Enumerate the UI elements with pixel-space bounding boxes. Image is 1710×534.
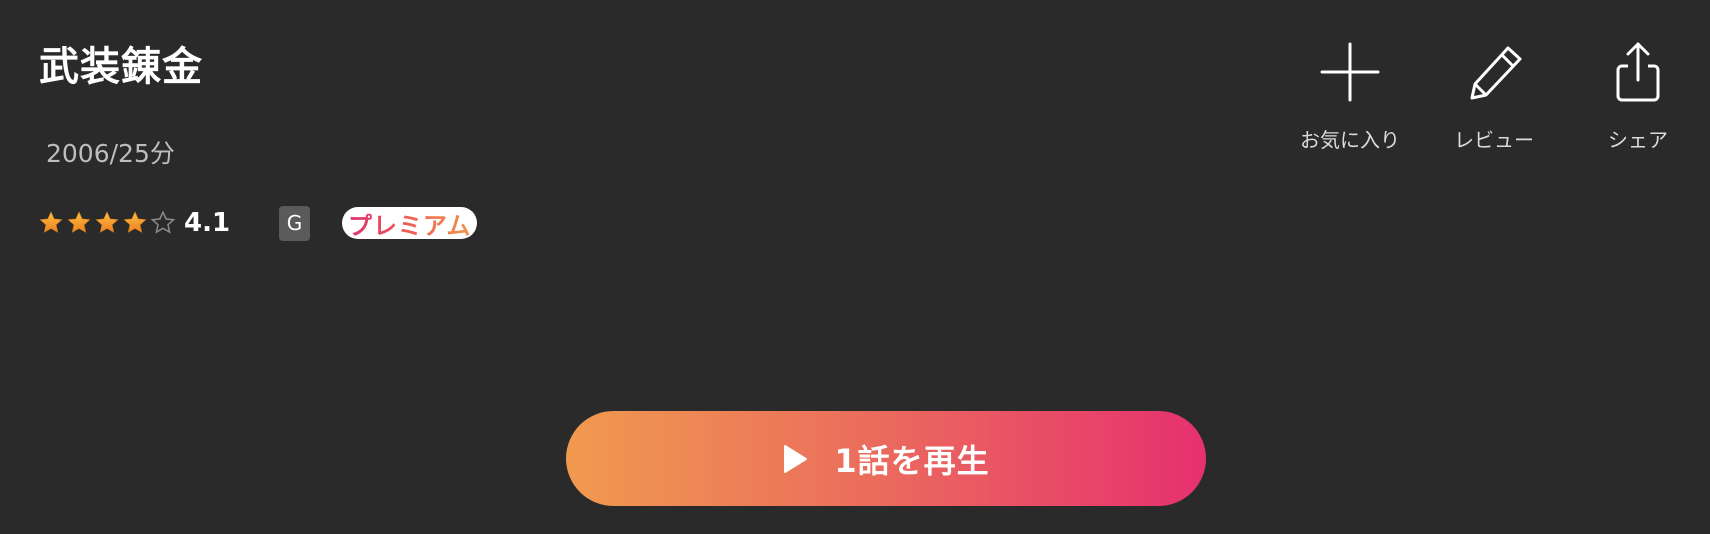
review-button[interactable]: レビュー (1434, 40, 1554, 153)
detail-page: 武装錬金 2006/25分 4.1 G プレミアム お気に入り レビュー シェア… (0, 0, 1710, 534)
page-title: 武装錬金 (39, 44, 203, 90)
star-rating (38, 210, 178, 236)
play-episode-button[interactable]: 1話を再生 (566, 411, 1206, 506)
year-duration: 2006/25分 (46, 139, 175, 168)
age-rating-badge: G (279, 205, 310, 241)
star-filled-icon (123, 211, 147, 233)
premium-label: プレミアム (348, 206, 471, 241)
star-filled-icon (95, 211, 119, 233)
premium-badge: プレミアム (342, 206, 478, 241)
pencil-icon (1470, 46, 1522, 100)
share-icon (1616, 42, 1660, 102)
favorite-label: お気に入り (1300, 128, 1400, 152)
star-filled-icon (67, 211, 91, 233)
rating-value: 4.1 (184, 208, 231, 238)
play-icon (784, 444, 808, 473)
share-button[interactable]: シェア (1578, 40, 1698, 153)
info-row: 4.1 G プレミアム (38, 203, 478, 243)
star-empty-icon (150, 210, 176, 234)
share-label: シェア (1608, 128, 1668, 152)
play-button-label: 1話を再生 (834, 441, 990, 480)
favorite-button[interactable]: お気に入り (1290, 40, 1410, 153)
star-filled-icon (39, 211, 63, 233)
plus-icon (1320, 42, 1380, 102)
review-label: レビュー (1454, 128, 1534, 152)
